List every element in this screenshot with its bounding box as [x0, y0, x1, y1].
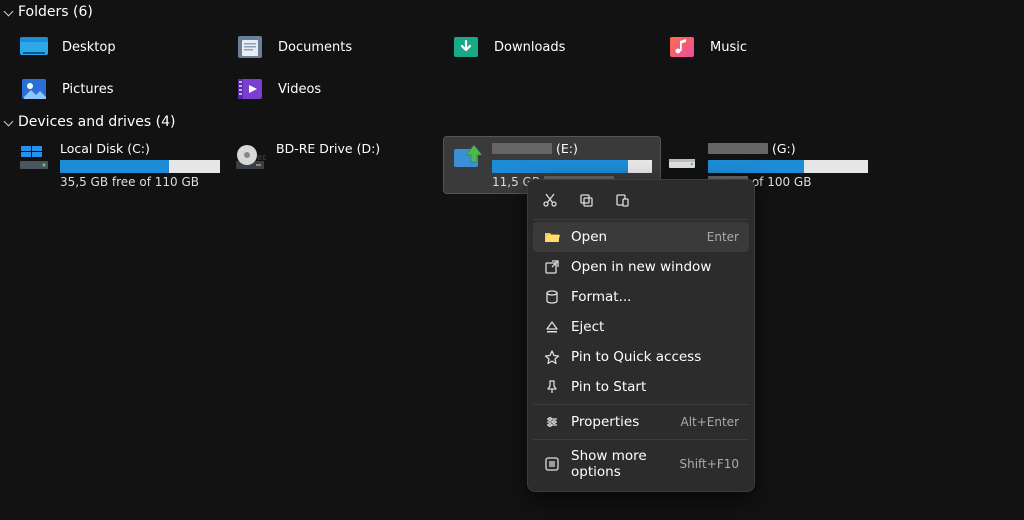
menu-label: Format...	[571, 289, 631, 305]
open-icon	[543, 228, 561, 246]
more-icon	[543, 455, 561, 473]
documents-folder-icon	[234, 31, 266, 63]
drive-item[interactable]: BD BD-RE Drive (D:)	[228, 137, 444, 193]
menu-label: Properties	[571, 414, 639, 430]
folder-label: Documents	[278, 40, 352, 55]
menu-item-star[interactable]: Pin to Quick access	[533, 342, 749, 372]
drive-usage-bar	[60, 160, 220, 173]
svg-text:BD: BD	[257, 154, 266, 162]
props-icon	[543, 413, 561, 431]
menu-label: Eject	[571, 319, 604, 335]
menu-item-newwin[interactable]: Open in new window	[533, 252, 749, 282]
menu-shortcut: Enter	[707, 230, 739, 244]
menu-item-props[interactable]: Properties Alt+Enter	[533, 407, 749, 437]
downloads-folder-icon	[450, 31, 482, 63]
folder-item-desktop[interactable]: Desktop	[12, 27, 228, 67]
folder-label: Downloads	[494, 40, 565, 55]
drive-item[interactable]: Local Disk (C:) 35,5 GB free of 110 GB	[12, 137, 228, 193]
folder-item-videos[interactable]: Videos	[228, 69, 444, 109]
drive-free-text: 35,5 GB free of 110 GB	[60, 175, 222, 189]
section-header-drives[interactable]: Devices and drives (4)	[0, 110, 1024, 136]
drive-usage-bar	[492, 160, 652, 173]
separator	[533, 404, 749, 405]
folder-item-music[interactable]: Music	[660, 27, 876, 67]
newwin-icon	[543, 258, 561, 276]
folder-label: Pictures	[62, 82, 113, 97]
menu-item-eject[interactable]: Eject	[533, 312, 749, 342]
drive-name: Local Disk (C:)	[60, 141, 222, 157]
folder-label: Desktop	[62, 40, 116, 55]
drive-usage-bar	[708, 160, 868, 173]
menu-item-open[interactable]: Open Enter	[533, 222, 749, 252]
windows-drive-icon	[18, 141, 50, 173]
menu-label: Show more options	[571, 448, 679, 480]
music-folder-icon	[666, 31, 698, 63]
eject-icon	[543, 318, 561, 336]
star-icon	[543, 348, 561, 366]
folder-item-pictures[interactable]: Pictures	[12, 69, 228, 109]
paste-icon[interactable]	[613, 191, 631, 209]
drives-grid: Local Disk (C:)35,5 GB free of 110 GBBDB…	[0, 136, 1024, 194]
copy-icon[interactable]	[577, 191, 595, 209]
folder-item-downloads[interactable]: Downloads	[444, 27, 660, 67]
format-icon	[543, 288, 561, 306]
folders-grid: Desktop Documents Downloads Music Pictures Vi…	[0, 26, 1024, 110]
menu-item-more[interactable]: Show more optionsShift+F10	[533, 442, 749, 486]
optical-drive-icon: BD	[234, 141, 266, 173]
context-menu: Open Enter Open in new window Format... Ejec…	[527, 179, 755, 492]
menu-shortcut: Alt+Enter	[680, 415, 739, 429]
folder-label: Music	[710, 40, 747, 55]
menu-label: Pin to Quick access	[571, 349, 701, 365]
separator	[533, 219, 749, 220]
pin-icon	[543, 378, 561, 396]
menu-item-format[interactable]: Format...	[533, 282, 749, 312]
folder-label: Videos	[278, 82, 321, 97]
drives-label: Devices and drives (4)	[18, 114, 175, 130]
chevron-down-icon	[4, 117, 14, 127]
chevron-down-icon	[4, 7, 14, 17]
menu-shortcut: Shift+F10	[679, 457, 739, 471]
folders-label: Folders (6)	[18, 4, 93, 20]
cut-icon[interactable]	[541, 191, 559, 209]
menu-label: Open in new window	[571, 259, 711, 275]
pictures-folder-icon	[18, 73, 50, 105]
context-toolbar	[533, 185, 749, 217]
drive-name: (G:)	[708, 141, 870, 157]
videos-folder-icon	[234, 73, 266, 105]
drive-name: BD-RE Drive (D:)	[276, 141, 438, 157]
menu-label: Pin to Start	[571, 379, 646, 395]
separator	[533, 439, 749, 440]
hdd-drive-icon	[666, 141, 698, 173]
menu-label: Open	[571, 229, 607, 245]
removable-drive-icon	[450, 141, 482, 173]
section-header-folders[interactable]: Folders (6)	[0, 0, 1024, 26]
folder-item-documents[interactable]: Documents	[228, 27, 444, 67]
menu-item-pin[interactable]: Pin to Start	[533, 372, 749, 402]
drive-name: (E:)	[492, 141, 654, 157]
desktop-folder-icon	[18, 31, 50, 63]
